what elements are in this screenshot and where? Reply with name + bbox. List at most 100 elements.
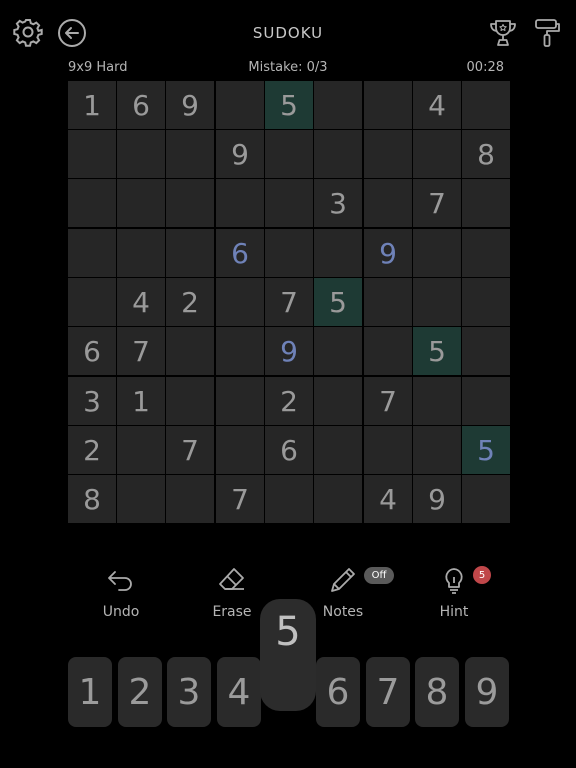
board-cell[interactable]	[314, 377, 362, 425]
board-cell[interactable]	[314, 81, 362, 129]
board-cell[interactable]	[314, 130, 362, 178]
hint-count-badge: 5	[473, 566, 491, 584]
board-cell[interactable]	[216, 179, 264, 227]
trophy-icon	[490, 20, 516, 46]
board-cell[interactable]	[413, 229, 461, 277]
board-cell[interactable]	[117, 130, 165, 178]
board-cell[interactable]	[413, 377, 461, 425]
theme-button[interactable]	[530, 16, 564, 50]
board-cell[interactable]: 2	[166, 278, 214, 326]
board-cell[interactable]	[314, 327, 362, 375]
board-cell[interactable]	[166, 377, 214, 425]
numpad-key[interactable]: 9	[465, 657, 509, 727]
board-cell[interactable]: 9	[216, 130, 264, 178]
board-cell[interactable]: 2	[68, 426, 116, 474]
board-cell[interactable]: 4	[364, 475, 412, 523]
board-cell[interactable]	[216, 278, 264, 326]
board-cell[interactable]: 5	[314, 278, 362, 326]
board-cell[interactable]	[413, 426, 461, 474]
trophy-button[interactable]	[486, 16, 520, 50]
board-cell[interactable]: 7	[117, 327, 165, 375]
board-cell[interactable]	[364, 426, 412, 474]
board-cell[interactable]	[68, 229, 116, 277]
board-cell[interactable]: 7	[413, 179, 461, 227]
board-cell[interactable]: 1	[117, 377, 165, 425]
board-cell[interactable]	[68, 278, 116, 326]
board-cell[interactable]	[462, 327, 510, 375]
board-cell[interactable]	[265, 130, 313, 178]
board-cell[interactable]	[462, 179, 510, 227]
board-cell[interactable]	[117, 179, 165, 227]
board-cell[interactable]	[462, 229, 510, 277]
board-cell[interactable]	[462, 475, 510, 523]
board-cell[interactable]: 3	[314, 179, 362, 227]
board-cell[interactable]	[265, 229, 313, 277]
board-cell[interactable]	[117, 229, 165, 277]
undo-button[interactable]: Undo	[81, 566, 161, 620]
board-cell[interactable]: 9	[364, 229, 412, 277]
board-cell[interactable]	[166, 179, 214, 227]
board-cell[interactable]: 3	[68, 377, 116, 425]
board-cell[interactable]	[166, 229, 214, 277]
board-cell[interactable]	[216, 377, 264, 425]
board-cell[interactable]: 9	[166, 81, 214, 129]
numpad-key[interactable]: 8	[415, 657, 459, 727]
board-cell[interactable]: 9	[413, 475, 461, 523]
board-cell[interactable]	[364, 130, 412, 178]
board-cell[interactable]: 7	[364, 377, 412, 425]
board-cell[interactable]	[364, 81, 412, 129]
numpad-key[interactable]: 4	[217, 657, 261, 727]
board-cell[interactable]	[462, 377, 510, 425]
board-cell[interactable]	[364, 278, 412, 326]
board-cell[interactable]	[117, 475, 165, 523]
board-cell[interactable]: 6	[216, 229, 264, 277]
board-cell[interactable]: 4	[413, 81, 461, 129]
board-cell[interactable]	[166, 130, 214, 178]
board-cell[interactable]	[265, 179, 313, 227]
board-cell[interactable]: 2	[265, 377, 313, 425]
lightbulb-icon	[445, 568, 463, 594]
hint-label: Hint	[439, 604, 469, 620]
board-cell[interactable]	[364, 327, 412, 375]
board-cell[interactable]: 6	[265, 426, 313, 474]
board-cell[interactable]	[166, 475, 214, 523]
board-cell[interactable]	[314, 475, 362, 523]
board-cell[interactable]	[413, 278, 461, 326]
board-cell[interactable]: 9	[265, 327, 313, 375]
board-cell[interactable]: 8	[68, 475, 116, 523]
board-cell[interactable]: 8	[462, 130, 510, 178]
board-cell[interactable]	[216, 426, 264, 474]
board-cell[interactable]: 7	[265, 278, 313, 326]
board-cell[interactable]: 6	[117, 81, 165, 129]
board-cell[interactable]	[68, 179, 116, 227]
board-cell[interactable]	[265, 475, 313, 523]
board-cell[interactable]	[166, 327, 214, 375]
board-cell[interactable]: 5	[462, 426, 510, 474]
numpad-key[interactable]: 2	[118, 657, 162, 727]
numpad-key[interactable]: 3	[167, 657, 211, 727]
board-cell[interactable]: 5	[265, 81, 313, 129]
board-cell[interactable]: 7	[166, 426, 214, 474]
board-cell[interactable]	[364, 179, 412, 227]
board-cell[interactable]: 1	[68, 81, 116, 129]
game-timer: 00:28	[466, 60, 504, 75]
numpad-key[interactable]: 5	[260, 599, 316, 711]
numpad-key[interactable]: 7	[366, 657, 410, 727]
board-cell[interactable]: 5	[413, 327, 461, 375]
board-cell[interactable]	[314, 426, 362, 474]
board-cell[interactable]: 7	[216, 475, 264, 523]
board-cell[interactable]	[413, 130, 461, 178]
numpad-key[interactable]: 6	[316, 657, 360, 727]
board-cell[interactable]: 6	[68, 327, 116, 375]
board-cell[interactable]	[462, 81, 510, 129]
board-cell[interactable]	[314, 229, 362, 277]
board-cell[interactable]	[216, 327, 264, 375]
board-cell[interactable]	[68, 130, 116, 178]
numpad-key[interactable]: 1	[68, 657, 112, 727]
board-cell[interactable]: 4	[117, 278, 165, 326]
top-bar: SUDOKU	[0, 0, 576, 66]
board-cell[interactable]	[216, 81, 264, 129]
pencil-icon	[331, 568, 355, 592]
board-cell[interactable]	[462, 278, 510, 326]
board-cell[interactable]	[117, 426, 165, 474]
